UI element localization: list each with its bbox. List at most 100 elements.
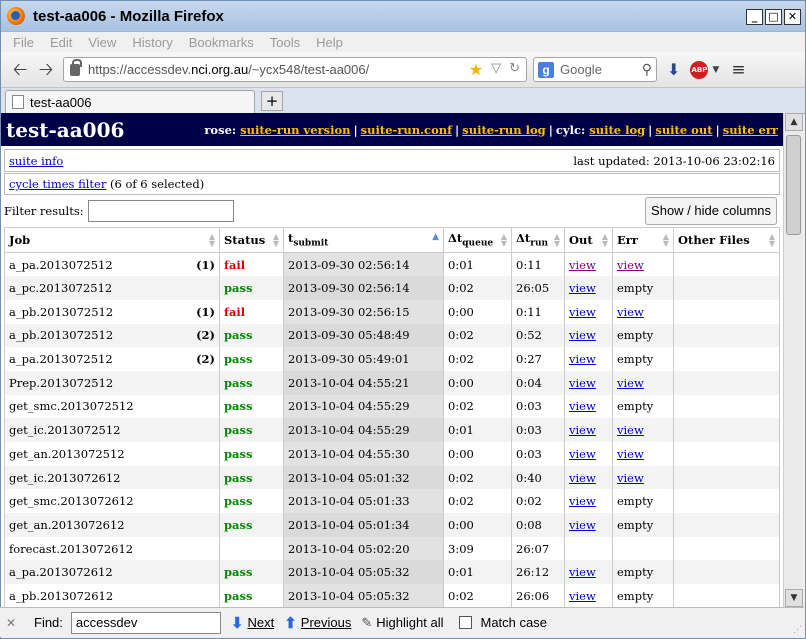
err-view-link[interactable]: view	[617, 258, 644, 272]
tab-active[interactable]: test-aa006	[5, 90, 255, 113]
find-next-button[interactable]: ⬇ Next	[231, 614, 274, 632]
find-close-icon[interactable]: ✕	[4, 616, 18, 630]
menu-history[interactable]: History	[132, 35, 172, 50]
scroll-down-icon[interactable]: ▼	[785, 589, 803, 607]
link-suite-run-conf[interactable]: suite-run.conf	[361, 123, 452, 137]
find-previous-button[interactable]: ⬆ Previous	[284, 614, 351, 632]
cell-job: get_smc.2013072512	[4, 394, 220, 419]
out-view-link[interactable]: view	[569, 423, 596, 437]
col-tqueue[interactable]: Δtqueue ▲ ▼	[443, 227, 512, 253]
err-view-link[interactable]: view	[617, 423, 644, 437]
filter-input[interactable]	[87, 200, 234, 222]
adblock-icon[interactable]: ABP	[690, 60, 709, 79]
out-view-link[interactable]: view	[569, 494, 596, 508]
link-suite-run-version[interactable]: suite-run version	[240, 123, 350, 137]
out-view-link[interactable]: view	[569, 471, 596, 485]
google-g-icon[interactable]: g	[538, 61, 554, 78]
find-input[interactable]: accessdev	[70, 611, 221, 634]
cycle-times-filter-link[interactable]: cycle times filter	[9, 177, 106, 191]
cell-tqueue: 0:00	[443, 299, 512, 324]
out-view-link[interactable]: view	[569, 447, 596, 461]
dropdown-arrow-icon[interactable]: ▽	[491, 60, 501, 80]
new-tab-button[interactable]: +	[261, 91, 283, 111]
bookmark-star-icon[interactable]: ★	[469, 60, 483, 80]
out-view-link[interactable]: view	[569, 589, 596, 603]
hamburger-menu-icon[interactable]: ≡	[731, 60, 745, 80]
cell-other-files	[673, 536, 780, 561]
out-view-link[interactable]: view	[569, 328, 596, 342]
adblock-dropdown-icon[interactable]: ▼	[712, 65, 719, 75]
col-out[interactable]: Out ▲ ▼	[564, 227, 613, 253]
menu-tools[interactable]: Tools	[270, 35, 300, 50]
col-status[interactable]: Status ▲ ▼	[219, 227, 284, 253]
link-suite-log[interactable]: suite log	[589, 123, 645, 137]
sort-arrows-icon: ▲ ▼	[553, 231, 560, 248]
menu-help[interactable]: Help	[316, 35, 343, 50]
cell-out: view	[564, 252, 613, 277]
table-row: a_pa.2013072512 (2) pass 2013-09-30 05:49:0…	[4, 347, 780, 371]
retry-count: (2)	[196, 352, 215, 367]
menu-file[interactable]: File	[13, 35, 34, 50]
download-arrow-icon[interactable]: ⬇	[667, 60, 680, 79]
status-badge: pass	[224, 352, 253, 367]
out-view-link[interactable]: view	[569, 565, 596, 579]
err-view-link[interactable]: view	[617, 471, 644, 485]
cell-tqueue: 0:02	[443, 489, 512, 514]
status-badge: pass	[224, 423, 253, 438]
err-view-link[interactable]: view	[617, 376, 644, 390]
col-other-files[interactable]: Other Files ▲ ▼	[673, 227, 780, 253]
close-button[interactable]: ✕	[784, 9, 801, 25]
link-suite-out[interactable]: suite out	[655, 123, 712, 137]
cell-out: view	[564, 347, 613, 371]
status-badge: pass	[224, 446, 253, 461]
search-bar[interactable]: g Google ⚲	[533, 57, 657, 82]
cell-tsubmit: 2013-09-30 02:56:14	[283, 276, 444, 300]
url-prefix: https://accessdev.	[88, 62, 192, 77]
back-arrow-icon[interactable]: 🡠	[7, 57, 33, 83]
cell-trun: 0:08	[511, 513, 565, 537]
out-view-link[interactable]: view	[569, 281, 596, 295]
scrollbar-thumb[interactable]	[786, 135, 801, 235]
search-icon[interactable]: ⚲	[642, 61, 652, 78]
cell-trun: 0:11	[511, 252, 565, 277]
menu-edit[interactable]: Edit	[50, 35, 72, 50]
show-hide-columns-button[interactable]: Show / hide columns	[645, 197, 777, 225]
err-view-link[interactable]: view	[617, 447, 644, 461]
menu-view[interactable]: View	[88, 35, 116, 50]
col-err[interactable]: Err ▲ ▼	[612, 227, 674, 253]
suite-info-link[interactable]: suite info	[9, 154, 63, 168]
cell-tsubmit: 2013-09-30 05:49:01	[283, 347, 444, 371]
out-view-link[interactable]: view	[569, 305, 596, 319]
link-suite-err[interactable]: suite err	[723, 123, 778, 137]
tab-title: test-aa006	[30, 94, 92, 110]
maximize-button[interactable]: □	[765, 9, 782, 25]
vertical-scrollbar[interactable]: ▲ ▼	[783, 113, 803, 607]
err-view-link[interactable]: view	[617, 305, 644, 319]
cell-out: view	[564, 489, 613, 514]
table-row: a_pb.2013072512 (2) pass 2013-09-30 05:48:4…	[4, 323, 780, 348]
out-view-link[interactable]: view	[569, 399, 596, 413]
sort-arrows-icon: ▲ ▼	[601, 231, 608, 248]
match-case-checkbox[interactable]	[459, 616, 473, 629]
menu-bookmarks[interactable]: Bookmarks	[189, 35, 254, 50]
forward-arrow-icon[interactable]: 🡢	[33, 57, 59, 83]
out-view-link[interactable]: view	[569, 518, 596, 532]
cell-err: view	[612, 465, 674, 490]
out-view-link[interactable]: view	[569, 352, 596, 366]
sort-arrows-icon: ▲ ▼	[500, 231, 507, 248]
col-job[interactable]: Job ▲ ▼	[4, 227, 220, 253]
highlight-all-button[interactable]: ✎ Highlight all	[361, 615, 443, 631]
cell-out: view	[564, 513, 613, 537]
status-badge: pass	[224, 470, 253, 485]
out-view-link[interactable]: view	[569, 258, 596, 272]
scroll-up-icon[interactable]: ▲	[785, 113, 803, 131]
col-tsubmit[interactable]: tsubmit ▲	[283, 227, 444, 253]
cell-status: pass	[219, 584, 284, 607]
minimize-button[interactable]: _	[746, 9, 763, 25]
out-view-link[interactable]: view	[569, 376, 596, 390]
match-case-toggle[interactable]: Match case	[459, 615, 547, 630]
reload-icon[interactable]: ↻	[509, 60, 520, 80]
url-bar[interactable]: https://accessdev. nci.org.au/~ycx548/tes…	[63, 57, 527, 82]
link-suite-run-log[interactable]: suite-run log	[462, 123, 545, 137]
col-trun[interactable]: Δtrun ▲ ▼	[511, 227, 565, 253]
